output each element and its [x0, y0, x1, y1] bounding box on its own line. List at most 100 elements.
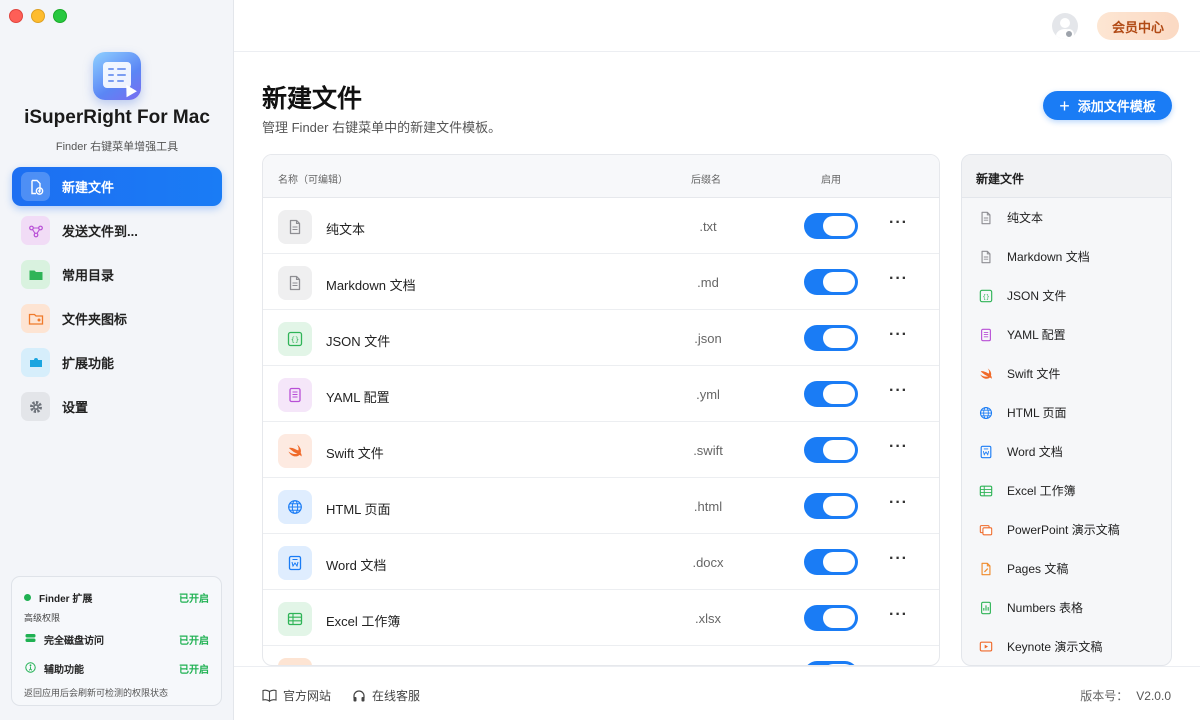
permission-status-panel: Finder 扩展 已开启 高级权限 完全磁盘访问 已开启 辅助功能 已开启 返… [11, 576, 222, 706]
enable-toggle[interactable] [804, 381, 858, 407]
zoom-window-button[interactable] [53, 9, 67, 23]
table-body: 纯文本 .txt ··· Markdown 文档 .md ··· {} JSON… [263, 198, 939, 665]
enable-toggle[interactable] [804, 549, 858, 575]
enable-toggle[interactable] [804, 269, 858, 295]
sidebar-item-label: 文件夹图标 [62, 312, 128, 327]
footer: 官方网站 在线客服 版本号： V2.0.0 [234, 666, 1200, 720]
excel-icon [978, 484, 994, 498]
template-name-field[interactable]: Swift 文件 [326, 443, 384, 462]
add-template-button[interactable]: + 添加文件模板 [1043, 91, 1172, 120]
close-window-button[interactable] [9, 9, 23, 23]
plus-icon: + [1059, 95, 1070, 116]
member-center-button[interactable]: 会员中心 [1097, 12, 1179, 40]
finder-extension-status: Finder 扩展 已开启 [24, 590, 209, 605]
enable-toggle[interactable] [804, 213, 858, 239]
minimize-window-button[interactable] [31, 9, 45, 23]
template-name-field[interactable]: Excel 工作簿 [326, 611, 400, 630]
more-options-icon[interactable]: ··· [889, 606, 908, 624]
sidebar-item-label: 常用目录 [62, 268, 115, 283]
more-options-icon[interactable]: ··· [889, 550, 908, 568]
official-website-link[interactable]: 官方网站 [262, 687, 331, 704]
sidebar-nav: 新建文件 发送文件到... 常用目录 文件夹图标 扩展功能 设置 [12, 167, 222, 431]
table-row: {} JSON 文件 .json ··· [263, 310, 939, 366]
preview-item-label: Keynote 演示文稿 [1007, 640, 1103, 654]
template-name-field[interactable]: Word 文档 [326, 555, 386, 574]
yaml-file-icon [978, 328, 994, 342]
more-options-icon[interactable]: ··· [889, 438, 908, 456]
sidebar-item-common-dirs[interactable]: 常用目录 [12, 255, 222, 294]
more-options-icon[interactable]: ··· [889, 214, 908, 232]
template-extension: .txt [699, 219, 717, 234]
preview-item-label: Numbers 表格 [1007, 601, 1084, 615]
markdown-file-icon [978, 250, 994, 264]
template-extension: .md [697, 275, 719, 290]
template-extension: .xlsx [695, 611, 721, 626]
page-title: 新建文件 [262, 85, 363, 113]
app-logo [93, 52, 141, 100]
new-file-icon [21, 172, 50, 201]
version-number: V2.0.0 [1136, 689, 1171, 703]
permission-note: 返回应用后会刷新可检测的权限状态 [24, 688, 169, 698]
preview-menu-item: Markdown 文档 [962, 237, 1171, 276]
template-name-field[interactable]: 纯文本 [326, 219, 365, 238]
sidebar-item-settings[interactable]: 设置 [12, 387, 222, 426]
preview-menu-item: {} JSON 文件 [962, 276, 1171, 315]
yaml-file-icon [278, 378, 312, 412]
sidebar-item-new-file[interactable]: 新建文件 [12, 167, 222, 206]
share-icon [21, 216, 50, 245]
book-icon [262, 689, 277, 702]
more-options-icon[interactable]: ··· [889, 494, 908, 512]
preview-item-label: Pages 文稿 [1007, 562, 1069, 576]
preview-menu-item: YAML 配置 [962, 315, 1171, 354]
sidebar-item-send-to[interactable]: 发送文件到... [12, 211, 222, 250]
preview-menu-item: Numbers 表格 [962, 588, 1171, 627]
sidebar-item-extensions[interactable]: 扩展功能 [12, 343, 222, 382]
preview-item-label: 纯文本 [1007, 211, 1044, 225]
accessibility-icon [24, 661, 36, 676]
table-row: Swift 文件 .swift ··· [263, 422, 939, 478]
json-file-icon: {} [278, 322, 312, 356]
menu-preview-panel: 新建文件 纯文本 Markdown 文档 {} JSON 文件 YAML 配置 Swift… [961, 154, 1172, 666]
sidebar: iSuperRight For Mac Finder 右键菜单增强工具 新建文件… [0, 0, 234, 720]
enable-toggle[interactable] [804, 437, 858, 463]
template-name-field[interactable]: HTML 页面 [326, 499, 391, 518]
template-name-field[interactable]: JSON 文件 [326, 331, 390, 350]
enable-toggle[interactable] [804, 493, 858, 519]
powerpoint-icon [978, 523, 994, 537]
template-extension: .swift [693, 443, 723, 458]
preview-item-label: JSON 文件 [1007, 289, 1067, 303]
window-controls [9, 9, 67, 23]
gear-icon [21, 392, 50, 421]
swift-icon [978, 367, 994, 381]
template-name-field[interactable]: Markdown 文档 [326, 275, 416, 294]
text-file-icon [978, 211, 994, 225]
more-options-icon[interactable]: ··· [889, 270, 908, 288]
preview-item-label: PowerPoint 演示文稿 [1007, 523, 1120, 537]
enable-toggle[interactable] [804, 325, 858, 351]
numbers-icon [978, 601, 994, 615]
more-options-icon[interactable]: ··· [889, 382, 908, 400]
template-name-field[interactable]: YAML 配置 [326, 387, 390, 406]
disk-access-status[interactable]: 完全磁盘访问 已开启 [24, 632, 209, 647]
more-options-icon[interactable]: ··· [889, 326, 908, 344]
preview-list: 纯文本 Markdown 文档 {} JSON 文件 YAML 配置 Swift 文件 HT… [962, 198, 1171, 665]
avatar-status-badge [1064, 29, 1074, 39]
preview-item-label: Word 文档 [1007, 445, 1063, 459]
app-subtitle: Finder 右键菜单增强工具 [55, 141, 179, 153]
folder-icon [21, 260, 50, 289]
preview-item-label: YAML 配置 [1007, 328, 1066, 342]
top-bar: 会员中心 [234, 0, 1200, 52]
table-row: Word 文档 .docx ··· [263, 534, 939, 590]
headset-icon [353, 689, 365, 701]
online-support-link[interactable]: 在线客服 [352, 687, 420, 704]
template-extension: .html [693, 499, 723, 514]
disk-icon [24, 633, 36, 646]
preview-menu-item: PowerPoint 演示文稿 [962, 510, 1171, 549]
json-file-icon: {} [978, 289, 994, 303]
enable-toggle[interactable] [804, 605, 858, 631]
word-icon [278, 546, 312, 580]
accessibility-status[interactable]: 辅助功能 已开启 [24, 661, 209, 676]
preview-menu-item: Swift 文件 [962, 354, 1171, 393]
column-header-ext: 后缀名 [691, 175, 721, 186]
sidebar-item-folder-icons[interactable]: 文件夹图标 [12, 299, 222, 338]
